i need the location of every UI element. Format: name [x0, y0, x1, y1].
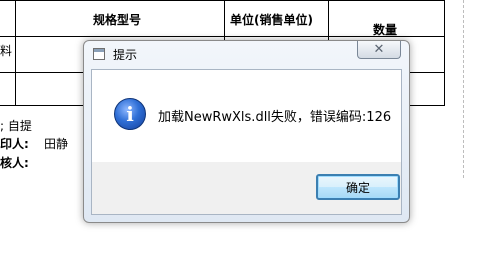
footer-pickup: ; 自提: [0, 119, 32, 133]
close-icon: ✕: [373, 42, 385, 57]
close-button[interactable]: ✕: [357, 41, 401, 59]
header-unit: 单位(销售单位): [230, 13, 313, 27]
table-column-divider: [15, 0, 16, 106]
message-dialog: 提示 ✕ i 加载NewRwXls.dll失败，错误编码:126 确定: [83, 40, 410, 223]
info-icon: i: [114, 98, 146, 130]
header-quantity: 数量: [373, 23, 398, 37]
dialog-title: 提示: [113, 48, 138, 62]
message-area: i 加载NewRwXls.dll失败，错误编码:126: [92, 70, 401, 162]
footer-printer-name: 田静: [44, 137, 69, 151]
footer-reviewer-label: 核人:: [0, 156, 29, 170]
footer-printer-label: 印人:: [0, 137, 29, 151]
dialog-body: i 加载NewRwXls.dll失败，错误编码:126 确定: [91, 69, 402, 215]
header-spec-model: 规格型号: [93, 13, 142, 27]
ok-button[interactable]: 确定: [316, 174, 400, 200]
row-fragment: 料: [0, 44, 13, 58]
page-margin-guide: [463, 0, 464, 178]
table-border-right: [444, 0, 445, 106]
table-border-top: [0, 0, 444, 1]
dialog-titlebar[interactable]: 提示 ✕: [84, 41, 409, 69]
error-message: 加载NewRwXls.dll失败，错误编码:126: [158, 110, 392, 125]
window-icon: [93, 48, 105, 60]
